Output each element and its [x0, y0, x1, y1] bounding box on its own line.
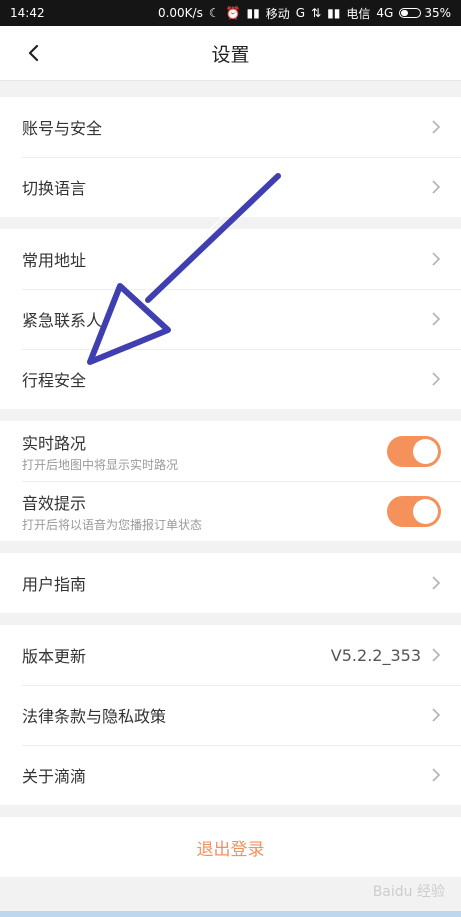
toggle-subtitle: 打开后地图中将显示实时路况: [22, 457, 179, 472]
row-label: 版本更新: [22, 647, 87, 666]
chevron-right-icon: [429, 252, 443, 266]
row-label: 账号与安全: [22, 119, 103, 138]
row-label: 常用地址: [22, 251, 87, 270]
toggles-section: 实时路况 打开后地图中将显示实时路况 音效提示 打开后将以语音为您播报订单状态: [0, 421, 461, 541]
toggle-text: 音效提示 打开后将以语音为您播报订单状态: [22, 490, 202, 533]
about-section: 版本更新 V5.2.2_353 法律条款与隐私政策 关于滴滴: [0, 625, 461, 805]
settings-row-common-address[interactable]: 常用地址: [0, 229, 461, 289]
version-value: V5.2.2_353: [330, 645, 421, 665]
settings-row-legal-privacy[interactable]: 法律条款与隐私政策: [0, 685, 461, 745]
row-label: 用户指南: [22, 575, 87, 594]
status-time: 14:42: [10, 6, 45, 20]
chevron-right-icon: [429, 768, 443, 782]
chevron-right-icon: [429, 648, 443, 662]
chevron-right-icon: [429, 372, 443, 386]
settings-row-about-didi[interactable]: 关于滴滴: [0, 745, 461, 805]
moon-icon: ☾: [208, 6, 220, 20]
chevron-left-icon[interactable]: [22, 41, 46, 65]
carrier2: 电信: [346, 6, 371, 21]
row-label: 法律条款与隐私政策: [22, 707, 167, 726]
header: 设置: [0, 26, 461, 81]
row-label: 紧急联系人: [22, 311, 103, 330]
carrier1-net: G: [295, 6, 306, 20]
settings-row-switch-language[interactable]: 切换语言: [0, 157, 461, 217]
toggle-text: 实时路况 打开后地图中将显示实时路况: [22, 430, 178, 473]
battery: 35%: [399, 6, 451, 20]
row-label: 行程安全: [22, 371, 87, 390]
chevron-right-icon: [429, 180, 443, 194]
safety-section: 常用地址 紧急联系人 行程安全: [0, 229, 461, 409]
battery-fill: [401, 10, 408, 16]
toggle-knob: [413, 498, 438, 524]
settings-row-sound-prompt: 音效提示 打开后将以语音为您播报订单状态: [0, 481, 461, 541]
chevron-right-icon: [429, 120, 443, 134]
toggle-knob: [413, 438, 438, 464]
data-transfer-icon: ⇅: [311, 6, 322, 20]
settings-row-user-guide[interactable]: 用户指南: [0, 553, 461, 613]
settings-row-version-update[interactable]: 版本更新 V5.2.2_353: [0, 625, 461, 685]
watermark: Baidu 经验: [372, 884, 445, 900]
page-title: 设置: [211, 43, 250, 66]
chevron-right-icon: [429, 708, 443, 722]
sound-prompt-toggle[interactable]: [387, 495, 441, 527]
guide-section: 用户指南: [0, 553, 461, 613]
status-right: 0.00K/s ☾ ⏰ ▮▮ 移动 G ⇅ ▮▮ 电信 4G 35%: [158, 5, 451, 22]
account-section: 账号与安全 切换语言: [0, 97, 461, 217]
bottom-bar: [0, 911, 461, 917]
settings-row-trip-safety[interactable]: 行程安全: [0, 349, 461, 409]
alarm-icon: ⏰: [225, 6, 241, 20]
chevron-right-icon: [429, 312, 443, 326]
carrier2-net: 4G: [376, 6, 394, 20]
net-speed: 0.00K/s: [157, 6, 203, 20]
logout-section: 退出登录: [0, 817, 461, 877]
toggle-subtitle: 打开后将以语音为您播报订单状态: [22, 517, 203, 532]
signal-icon-2: ▮▮: [327, 6, 341, 20]
battery-icon: [399, 8, 422, 18]
chevron-right-icon: [429, 576, 443, 590]
settings-row-realtime-traffic: 实时路况 打开后地图中将显示实时路况: [0, 421, 461, 481]
logout-button[interactable]: 退出登录: [0, 817, 461, 877]
realtime-traffic-toggle[interactable]: [387, 435, 441, 467]
settings-row-emergency-contact[interactable]: 紧急联系人: [0, 289, 461, 349]
toggle-title: 音效提示: [22, 493, 87, 513]
carrier1: 移动: [265, 6, 290, 21]
row-label: 切换语言: [22, 179, 87, 198]
status-bar: 14:42 0.00K/s ☾ ⏰ ▮▮ 移动 G ⇅ ▮▮ 电信 4G 35%: [0, 0, 461, 26]
signal-icon: ▮▮: [246, 6, 260, 20]
toggle-title: 实时路况: [22, 433, 87, 453]
row-label: 关于滴滴: [22, 767, 87, 786]
battery-percent: 35%: [424, 6, 451, 20]
settings-row-account-security[interactable]: 账号与安全: [0, 97, 461, 157]
